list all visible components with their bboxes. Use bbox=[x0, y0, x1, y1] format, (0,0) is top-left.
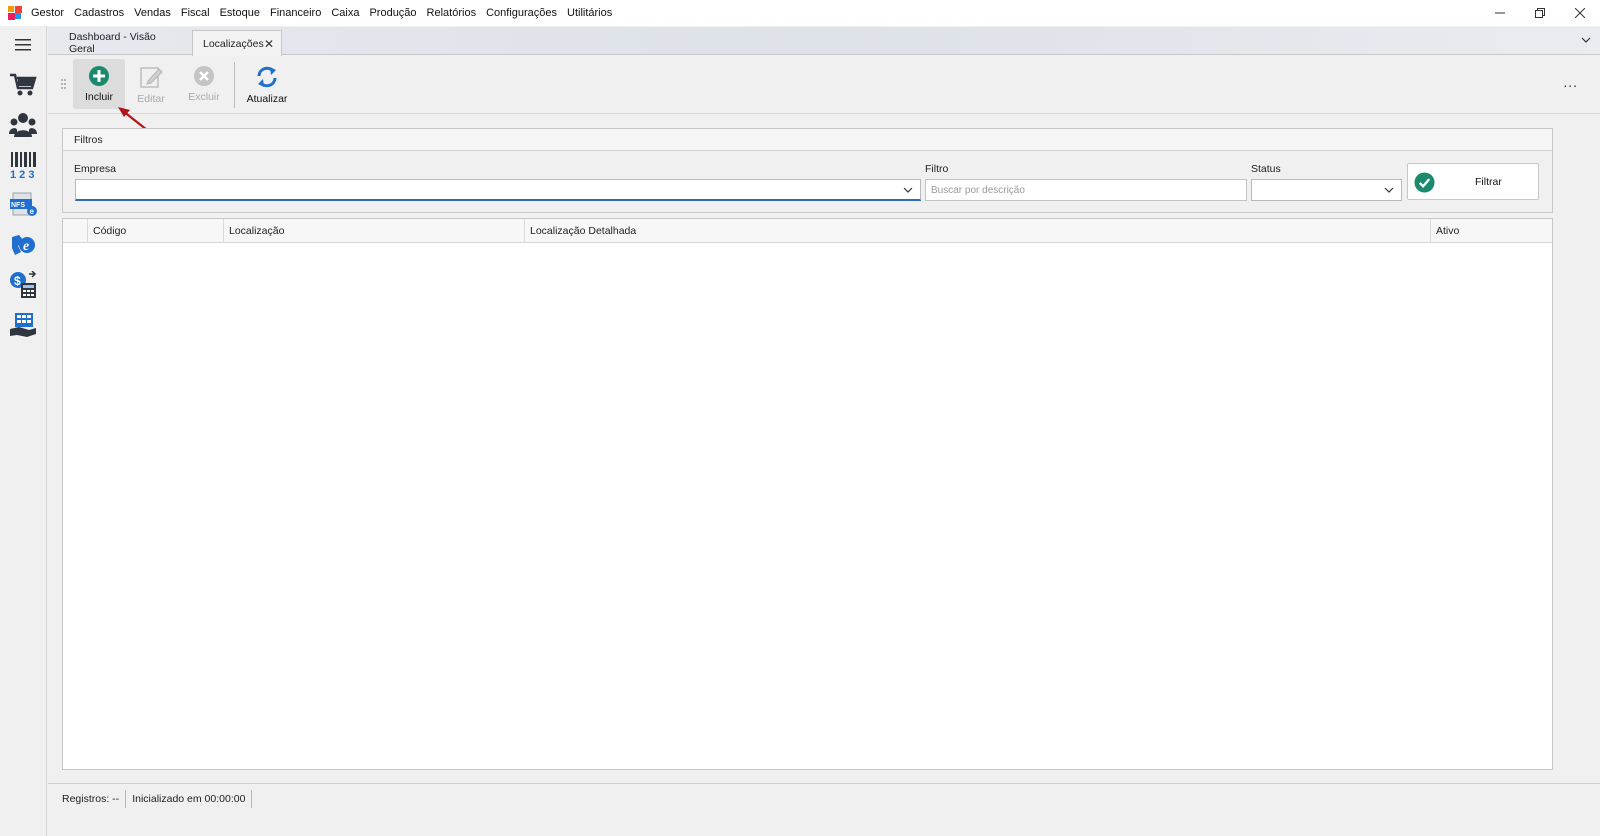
menu-item-utilitarios[interactable]: Utilitários bbox=[562, 7, 617, 19]
empresa-label: Empresa bbox=[74, 163, 117, 175]
app-logo-icon bbox=[8, 6, 22, 20]
sidebar-item-vendas[interactable] bbox=[8, 70, 38, 100]
filtrar-button[interactable]: Filtrar bbox=[1407, 163, 1539, 200]
refresh-icon bbox=[257, 66, 277, 88]
shopping-cart-icon bbox=[10, 73, 37, 96]
toolbar: Incluir Editar Excluir Atualizar ... bbox=[48, 56, 1600, 114]
sidebar-item-produtos[interactable]: 1 2 3 bbox=[8, 150, 38, 180]
filters-title: Filtros bbox=[63, 129, 1552, 151]
menu-item-configuracoes[interactable]: Configurações bbox=[481, 7, 562, 19]
more-options-button[interactable]: ... bbox=[1563, 74, 1578, 90]
menu-item-gestor[interactable]: Gestor bbox=[26, 7, 69, 19]
sidebar-item-clientes[interactable] bbox=[8, 110, 38, 140]
svg-text:e: e bbox=[30, 207, 35, 216]
atualizar-label: Atualizar bbox=[246, 93, 288, 105]
empresa-select[interactable] bbox=[75, 179, 921, 201]
menu-item-relatorios[interactable]: Relatórios bbox=[422, 7, 482, 19]
filtro-label: Filtro bbox=[925, 163, 949, 175]
sidebar-item-caixa[interactable] bbox=[8, 310, 38, 340]
tab-list-dropdown-icon[interactable] bbox=[1580, 34, 1592, 46]
svg-text:e: e bbox=[23, 239, 29, 254]
row-indicator-header[interactable] bbox=[63, 219, 87, 243]
status-bar: Registros: -- Inicializado em 00:00:00 bbox=[48, 783, 1600, 813]
svg-text:1 2 3: 1 2 3 bbox=[10, 169, 34, 179]
minimize-icon bbox=[1495, 12, 1505, 14]
menu-item-producao[interactable]: Produção bbox=[364, 7, 421, 19]
sidebar-item-nfse[interactable]: NFS e bbox=[8, 190, 38, 220]
tab-localizacoes[interactable]: Localizações ✕ bbox=[192, 30, 282, 56]
main-menu: Gestor Cadastros Vendas Fiscal Estoque F… bbox=[26, 7, 617, 19]
status-select[interactable] bbox=[1251, 179, 1402, 201]
incluir-label: Incluir bbox=[84, 91, 113, 103]
localizacoes-page: Incluir Editar Excluir Atualizar ... Fil… bbox=[48, 56, 1600, 836]
window-controls bbox=[1480, 0, 1600, 26]
chevron-down-icon bbox=[903, 187, 913, 193]
menu-item-vendas[interactable]: Vendas bbox=[129, 7, 176, 19]
check-circle-icon bbox=[1414, 172, 1435, 193]
nfse-icon: NFS e bbox=[10, 192, 37, 216]
excluir-button[interactable]: Excluir bbox=[178, 59, 230, 109]
chevron-down-icon bbox=[1384, 187, 1394, 193]
nfe-icon: e bbox=[12, 235, 35, 255]
menu-item-estoque[interactable]: Estoque bbox=[215, 7, 265, 19]
status-registros: Registros: -- bbox=[56, 789, 127, 808]
status-inicializado: Inicializado em 00:00:00 bbox=[126, 789, 253, 808]
column-header-localizacao[interactable]: Localização bbox=[223, 219, 524, 243]
barcode-icon: 1 2 3 bbox=[10, 152, 36, 179]
cash-register-icon bbox=[10, 313, 36, 337]
title-bar: Gestor Cadastros Vendas Fiscal Estoque F… bbox=[0, 0, 1600, 26]
menu-item-financeiro[interactable]: Financeiro bbox=[265, 7, 326, 19]
menu-item-fiscal[interactable]: Fiscal bbox=[176, 7, 215, 19]
close-icon bbox=[1575, 8, 1585, 18]
sidebar-item-nfe[interactable]: e bbox=[8, 230, 38, 260]
localizacoes-grid[interactable]: Código Localização Localização Detalhada… bbox=[62, 218, 1553, 770]
excluir-label: Excluir bbox=[188, 91, 220, 103]
column-header-ativo[interactable]: Ativo bbox=[1430, 219, 1552, 243]
people-icon bbox=[9, 113, 37, 137]
toolbar-separator bbox=[234, 62, 235, 108]
restore-button[interactable] bbox=[1520, 0, 1560, 26]
svg-text:$: $ bbox=[14, 274, 21, 288]
filtro-search-input[interactable] bbox=[925, 179, 1247, 201]
status-label: Status bbox=[1251, 163, 1281, 175]
tab-dashboard[interactable]: Dashboard - Visão Geral bbox=[59, 30, 189, 56]
minimize-button[interactable] bbox=[1480, 0, 1520, 26]
svg-text:NFS: NFS bbox=[11, 202, 25, 209]
hamburger-menu-icon bbox=[15, 39, 31, 51]
toolbar-grip-icon[interactable] bbox=[61, 78, 67, 90]
column-header-codigo[interactable]: Código bbox=[87, 219, 223, 243]
edit-icon bbox=[140, 67, 163, 88]
sidebar-menu-toggle[interactable] bbox=[8, 30, 38, 60]
close-window-button[interactable] bbox=[1560, 0, 1600, 26]
add-circle-icon bbox=[89, 66, 109, 86]
filters-panel: Filtros Empresa Filtro Status Filtrar bbox=[62, 128, 1553, 213]
atualizar-button[interactable]: Atualizar bbox=[240, 59, 294, 109]
sidebar: 1 2 3 NFS e e $ bbox=[0, 26, 47, 836]
restore-icon bbox=[1535, 8, 1545, 18]
column-header-localizacao-detalhada[interactable]: Localização Detalhada bbox=[524, 219, 1430, 243]
tab-close-icon[interactable]: ✕ bbox=[264, 37, 274, 51]
sidebar-item-financeiro[interactable]: $ bbox=[8, 270, 38, 300]
document-tab-strip: Dashboard - Visão Geral Localizações ✕ bbox=[48, 27, 1600, 56]
delete-circle-icon bbox=[194, 66, 214, 86]
menu-item-caixa[interactable]: Caixa bbox=[326, 7, 364, 19]
menu-item-cadastros[interactable]: Cadastros bbox=[69, 7, 129, 19]
finance-calculator-icon: $ bbox=[10, 271, 37, 298]
grid-header: Código Localização Localização Detalhada… bbox=[63, 219, 1552, 243]
filtrar-label: Filtrar bbox=[1475, 176, 1502, 188]
tab-label: Dashboard - Visão Geral bbox=[69, 31, 156, 55]
tab-label: Localizações bbox=[203, 37, 264, 50]
